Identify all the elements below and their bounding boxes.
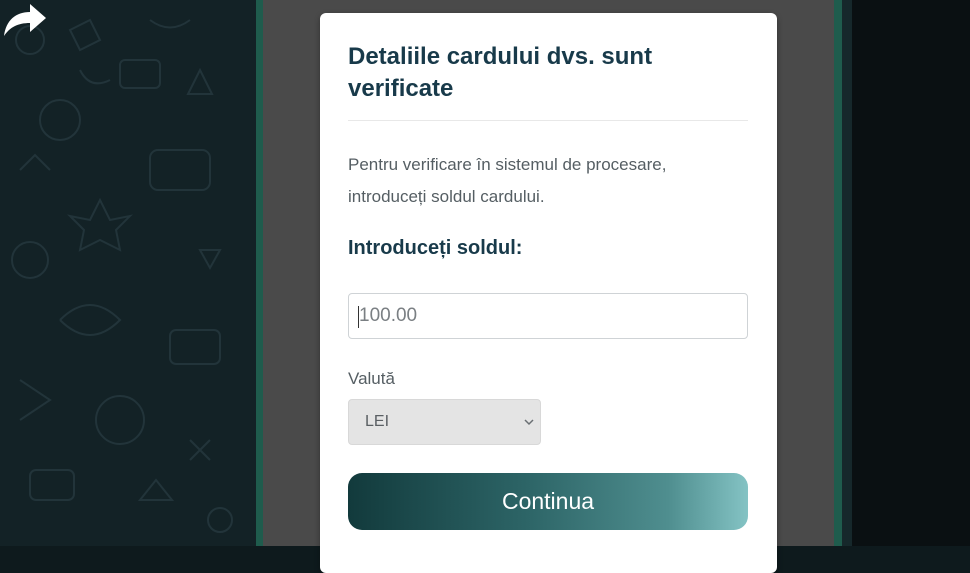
chevron-down-icon bbox=[524, 419, 534, 426]
modal-title: Detaliile cardului dvs. sunt verificate bbox=[348, 43, 653, 102]
chat-wallpaper bbox=[0, 0, 256, 546]
frame-border-left bbox=[256, 0, 263, 546]
balance-input[interactable] bbox=[348, 293, 748, 339]
right-wallpaper-strip bbox=[842, 0, 852, 546]
currency-selected-value: LEI bbox=[365, 413, 390, 430]
currency-label: Valută bbox=[348, 369, 395, 388]
wallpaper-doodles bbox=[11, 18, 233, 533]
continue-button[interactable]: Continua bbox=[348, 473, 748, 530]
frame-border-right bbox=[834, 0, 842, 546]
right-dark-panel bbox=[842, 0, 970, 546]
share-arrow-icon[interactable] bbox=[0, 0, 50, 40]
currency-select[interactable]: LEI bbox=[348, 399, 541, 445]
verification-modal: Detaliile cardului dvs. sunt verificate … bbox=[320, 13, 777, 573]
text-cursor bbox=[358, 306, 359, 328]
title-divider bbox=[348, 120, 748, 121]
balance-label: Introduceți soldul: bbox=[348, 237, 523, 259]
modal-description: Pentru verificare în sistemul de procesa… bbox=[348, 155, 667, 206]
